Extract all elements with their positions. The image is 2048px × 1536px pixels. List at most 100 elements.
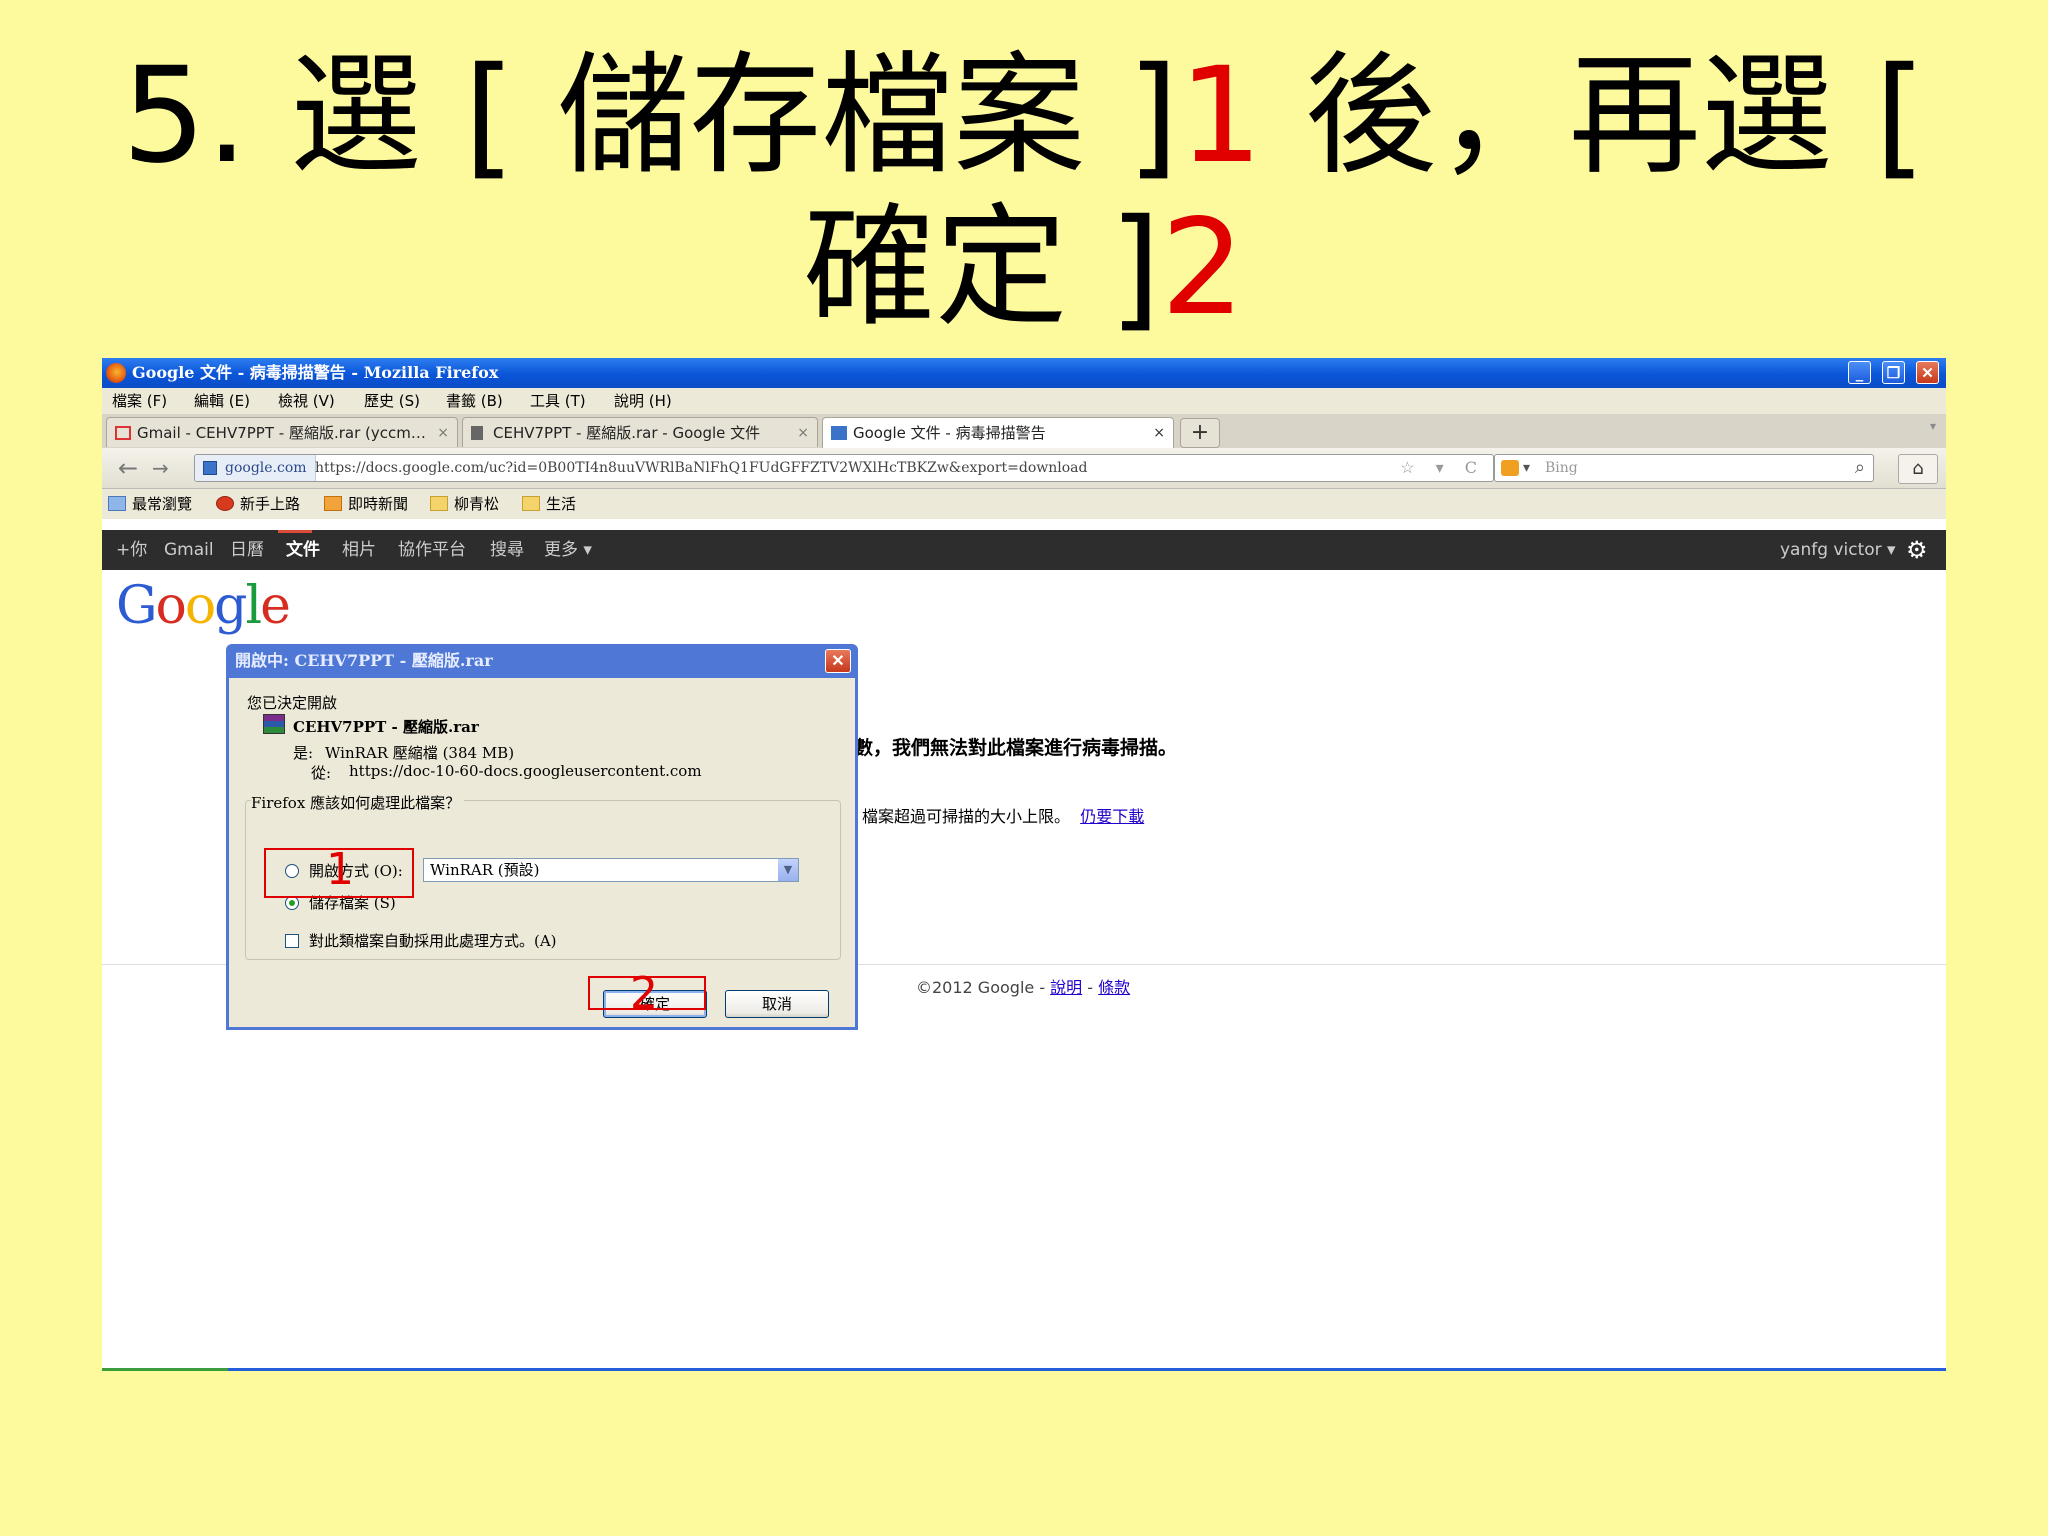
footer-help-link[interactable]: 說明 bbox=[1050, 978, 1082, 997]
bookmark-label: 生活 bbox=[546, 495, 577, 513]
start-button[interactable] bbox=[102, 1368, 228, 1371]
google-bar: +你 Gmail 日曆 文件 相片 協作平台 搜尋 更多 ▾ yanfg vic… bbox=[102, 530, 1946, 570]
search-engine-dropdown[interactable]: ▾ bbox=[1523, 455, 1530, 481]
bookmark-getting-started[interactable]: 新手上路 bbox=[216, 489, 300, 519]
most-visited-icon bbox=[108, 496, 126, 511]
tab-label: Gmail - CEHV7PPT - 壓縮版.rar (yccm… bbox=[137, 424, 426, 442]
url-text: https://docs.google.com/uc?id=0B00TI4n8u… bbox=[315, 460, 1088, 476]
menu-view[interactable]: 檢視 (V) bbox=[278, 388, 335, 414]
title-step-1: 1 bbox=[1178, 39, 1263, 193]
file-source-value: https://doc-10-60-docs.googleusercontent… bbox=[349, 762, 702, 780]
tab-label: CEHV7PPT - 壓縮版.rar - Google 文件 bbox=[493, 424, 761, 442]
bookmark-label: 最常瀏覽 bbox=[132, 495, 193, 513]
footer-terms-link[interactable]: 條款 bbox=[1098, 978, 1130, 997]
bing-icon[interactable] bbox=[1501, 460, 1519, 476]
handling-question: Firefox 應該如何處理此檔案？ bbox=[251, 792, 465, 813]
tab-virus-warning[interactable]: Google 文件 - 病毒掃描警告 × bbox=[822, 417, 1174, 448]
search-input[interactable]: Bing bbox=[1545, 455, 1578, 481]
bookmark-folder-1[interactable]: 柳青松 bbox=[430, 489, 499, 519]
gmail-icon bbox=[115, 426, 131, 440]
bookmark-news[interactable]: 即時新聞 bbox=[324, 489, 408, 519]
user-account-menu[interactable]: yanfg victor ▾ bbox=[1780, 530, 1896, 570]
gear-icon[interactable]: ⚙ bbox=[1906, 530, 1928, 570]
gbar-sites[interactable]: 協作平台 bbox=[398, 530, 466, 570]
new-tab-button[interactable]: + bbox=[1180, 418, 1220, 448]
title-text-1: 5. 選 [ 儲存檔案 ] bbox=[121, 39, 1179, 193]
gbar-more[interactable]: 更多 ▾ bbox=[544, 530, 592, 570]
step-marker-2: 2 bbox=[630, 968, 658, 1019]
close-icon[interactable]: × bbox=[797, 418, 809, 447]
download-anyway-link[interactable]: 仍要下載 bbox=[1080, 807, 1144, 826]
search-bar[interactable]: ▾ Bing ⌕ bbox=[1494, 454, 1874, 482]
title-step-2: 2 bbox=[1160, 191, 1245, 345]
file-type-value: WinRAR 壓縮檔 (384 MB) bbox=[325, 744, 515, 762]
firefox-icon bbox=[106, 363, 126, 383]
footer-copyright: ©2012 Google - bbox=[916, 978, 1051, 997]
menu-bookmarks[interactable]: 書籤 (B) bbox=[446, 388, 503, 414]
bookmark-folder-2[interactable]: 生活 bbox=[522, 489, 576, 519]
search-icon[interactable]: ⌕ bbox=[1855, 455, 1865, 481]
menu-help[interactable]: 說明 (H) bbox=[614, 388, 672, 414]
auto-handle-label[interactable]: 對此類檔案自動採用此處理方式。(A) bbox=[309, 930, 557, 951]
size-limit-text: 檔案超過可掃描的大小上限。 bbox=[862, 807, 1071, 826]
file-source-label: 從: bbox=[311, 764, 332, 782]
chevron-down-icon[interactable]: ▼ bbox=[778, 859, 798, 881]
back-button[interactable]: ← bbox=[118, 454, 138, 482]
gbar-photos[interactable]: 相片 bbox=[342, 530, 376, 570]
auto-handle-checkbox[interactable] bbox=[285, 934, 299, 948]
tab-label: Google 文件 - 病毒掃描警告 bbox=[853, 424, 1046, 442]
gbar-calendar[interactable]: 日曆 bbox=[230, 530, 264, 570]
browser-screenshot: Google 文件 - 病毒掃描警告 - Mozilla Firefox _ ❐… bbox=[102, 358, 1946, 1371]
file-type-label: 是: bbox=[293, 744, 314, 762]
dialog-intro: 您已決定開啟 bbox=[247, 694, 338, 712]
tab-gmail[interactable]: Gmail - CEHV7PPT - 壓縮版.rar (yccm… × bbox=[106, 417, 458, 447]
open-with-value: WinRAR (預設) bbox=[430, 861, 540, 879]
url-tools[interactable]: ☆ ▾ C bbox=[1400, 455, 1485, 481]
file-name: CEHV7PPT - 壓縮版.rar bbox=[293, 718, 479, 736]
window-titlebar: Google 文件 - 病毒掃描警告 - Mozilla Firefox _ ❐… bbox=[102, 358, 1946, 388]
gbar-gmail[interactable]: Gmail bbox=[164, 530, 214, 570]
url-bar[interactable]: google.com https://docs.google.com/uc?id… bbox=[194, 454, 1494, 482]
site-identity-label: google.com bbox=[225, 460, 307, 476]
save-file-radio[interactable] bbox=[285, 896, 299, 910]
window-title: Google 文件 - 病毒掃描警告 - Mozilla Firefox bbox=[132, 363, 499, 382]
forward-button[interactable]: → bbox=[152, 454, 169, 482]
menu-history[interactable]: 歷史 (S) bbox=[364, 388, 420, 414]
cancel-button[interactable]: 取消 bbox=[725, 990, 829, 1018]
minimize-button[interactable]: _ bbox=[1848, 361, 1871, 384]
dialog-title: 開啟中: CEHV7PPT - 壓縮版.rar bbox=[235, 651, 493, 670]
open-with-select[interactable]: WinRAR (預設) ▼ bbox=[423, 858, 799, 882]
document-icon bbox=[471, 426, 483, 440]
site-icon bbox=[203, 461, 217, 475]
slide-title: 5. 選 [ 儲存檔案 ]1 後，再選 [ 確定 ]2 bbox=[100, 40, 1948, 344]
menu-edit[interactable]: 編輯 (E) bbox=[194, 388, 250, 414]
gbar-documents[interactable]: 文件 bbox=[286, 530, 320, 570]
maximize-button[interactable]: ❐ bbox=[1882, 361, 1905, 384]
winrar-icon bbox=[263, 714, 285, 734]
tab-list-icon[interactable]: ▾ bbox=[1930, 419, 1936, 433]
menu-bar: 檔案 (F) 編輯 (E) 檢視 (V) 歷史 (S) 書籤 (B) 工具 (T… bbox=[102, 388, 1946, 414]
dialog-close-button[interactable]: ✕ bbox=[825, 649, 851, 673]
window-close-button[interactable]: ✕ bbox=[1916, 361, 1939, 384]
close-icon[interactable]: × bbox=[437, 418, 449, 447]
step-marker-1: 1 bbox=[326, 844, 354, 895]
tab-bar: Gmail - CEHV7PPT - 壓縮版.rar (yccm… × CEHV… bbox=[102, 414, 1946, 449]
navigation-bar: ← → google.com https://docs.google.com/u… bbox=[102, 448, 1946, 489]
bookmark-label: 新手上路 bbox=[240, 495, 301, 513]
gbar-search[interactable]: 搜尋 bbox=[490, 530, 524, 570]
bookmarks-toolbar: 最常瀏覽 新手上路 即時新聞 柳青松 生活 bbox=[102, 489, 1946, 519]
tab-docs-file[interactable]: CEHV7PPT - 壓縮版.rar - Google 文件 × bbox=[462, 417, 818, 447]
home-button[interactable]: ⌂ bbox=[1898, 454, 1938, 484]
site-identity-button[interactable]: google.com bbox=[195, 455, 316, 481]
bookmark-label: 柳青松 bbox=[454, 495, 500, 513]
download-dialog: 開啟中: CEHV7PPT - 壓縮版.rar ✕ 您已決定開啟 CEHV7PP… bbox=[226, 644, 858, 1030]
close-icon[interactable]: × bbox=[1153, 418, 1165, 448]
menu-file[interactable]: 檔案 (F) bbox=[112, 388, 167, 414]
page-footer: ©2012 Google - 說明 - 條款 bbox=[916, 974, 1130, 998]
menu-tools[interactable]: 工具 (T) bbox=[530, 388, 586, 414]
bookmark-most-visited[interactable]: 最常瀏覽 bbox=[108, 489, 192, 519]
gbar-plus-you[interactable]: +你 bbox=[116, 530, 147, 570]
firefox-small-icon bbox=[216, 496, 234, 511]
folder-icon bbox=[522, 496, 540, 511]
folder-icon bbox=[430, 496, 448, 511]
